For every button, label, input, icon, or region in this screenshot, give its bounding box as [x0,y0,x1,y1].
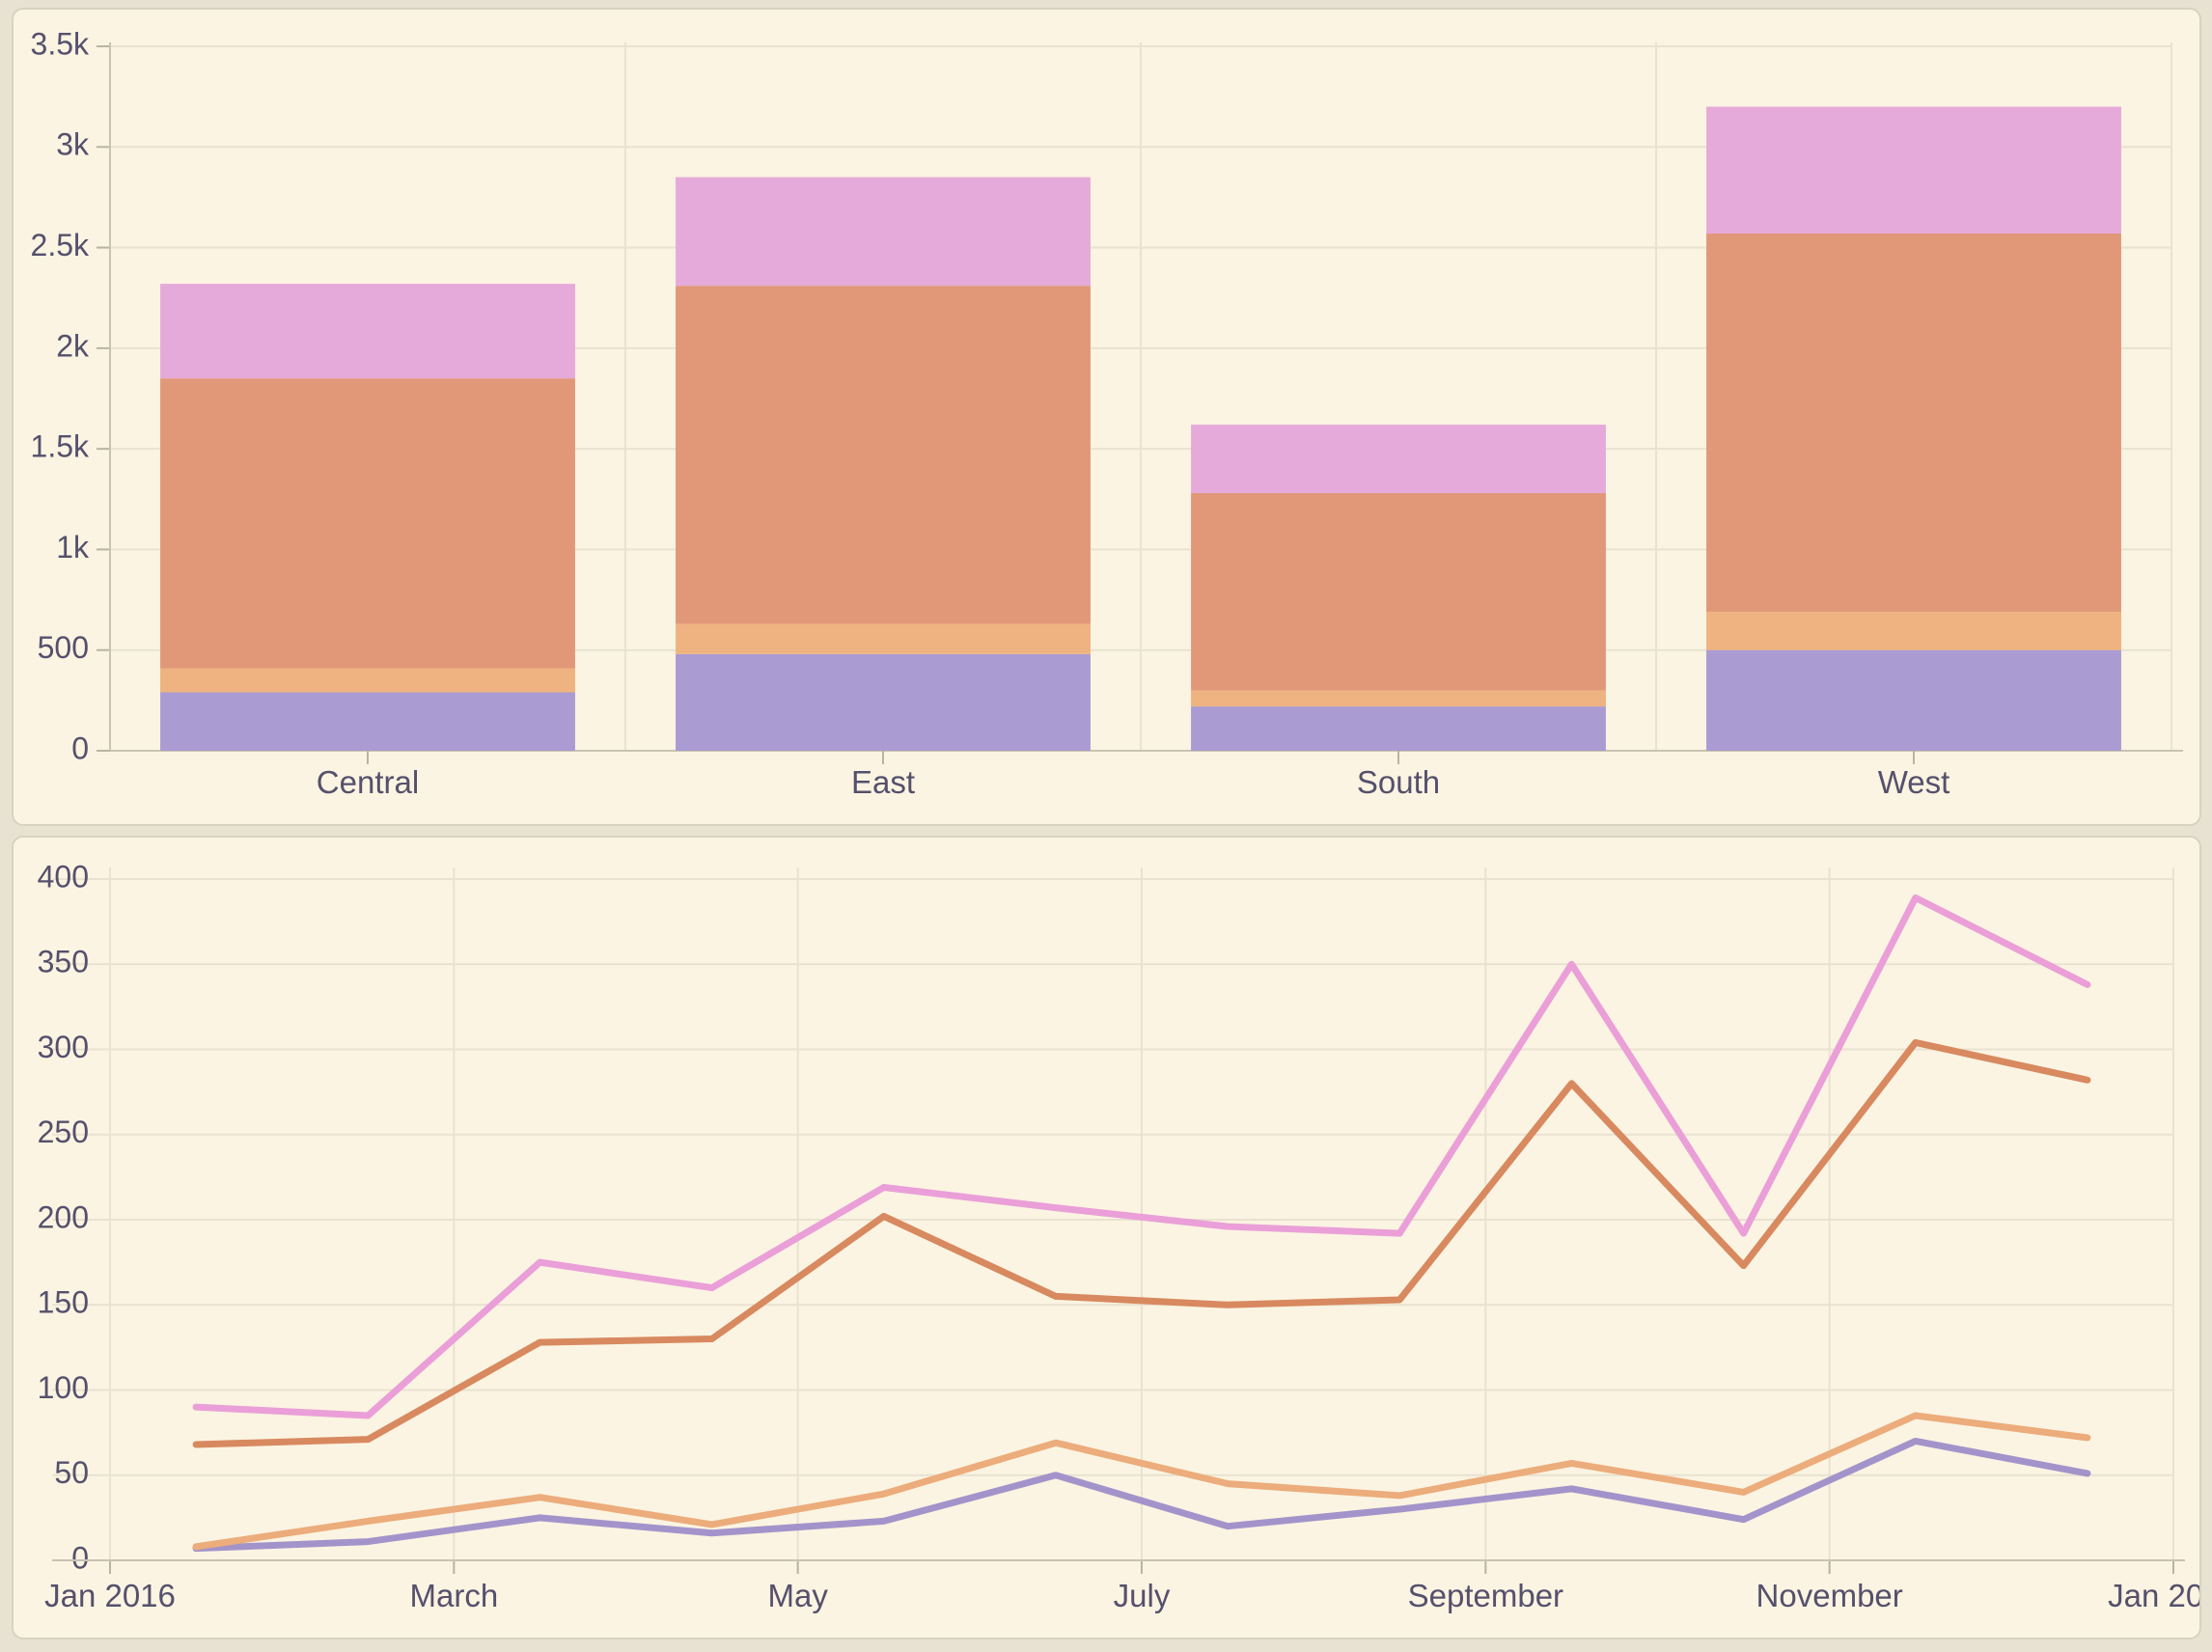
x-axis-tick-label: July [1114,1578,1171,1613]
y-axis-tick-label: 200 [38,1199,89,1234]
bar-segment-purple-south[interactable] [1191,706,1606,751]
x-axis-tick-label: May [767,1578,828,1613]
y-axis-tick-label: 400 [38,859,89,894]
x-axis-tick-label: November [1756,1578,1903,1613]
y-axis-tick-label: 2.5k [31,228,90,262]
bar-segment-tan-east[interactable] [676,624,1091,654]
category-label-south: South [1357,764,1440,800]
x-axis-tick-label: September [1408,1578,1563,1613]
bar-segment-orange-central[interactable] [160,378,575,668]
bar-segment-tan-south[interactable] [1191,690,1606,706]
bar-segment-orange-west[interactable] [1706,234,2121,612]
y-axis-tick-label: 3.5k [31,26,90,61]
y-axis-tick-label: 300 [38,1030,89,1064]
bar-chart-panel: 0 500 1k 1.5k 2k 2.5k 3k 3.5k Central East South We… [12,8,2201,826]
monthly-line-chart: 0 50 100 150 200 250 300 350 400 Jan 2016 March May… [14,838,2199,1638]
bar-segment-orange-east[interactable] [676,286,1091,623]
y-axis-tick-label: 3k [56,127,90,162]
y-axis-tick-label: 50 [54,1455,89,1490]
y-axis-tick-label: 500 [38,630,89,665]
y-axis-tick-label: 1k [56,530,90,564]
category-label-east: East [851,764,915,800]
bar-segment-pink-east[interactable] [676,178,1091,287]
y-axis-tick-label: 250 [38,1115,89,1149]
y-axis-tick-label: 100 [38,1370,89,1405]
y-axis-tick-label: 2k [56,328,90,363]
x-axis-tick-label: Jan 2017 [2108,1578,2199,1613]
bar-segment-orange-south[interactable] [1191,493,1606,690]
category-label-central: Central [317,764,419,800]
bar-segment-purple-west[interactable] [1706,650,2121,751]
y-axis-tick-label: 150 [38,1285,89,1320]
y-axis-tick-label: 1.5k [31,429,90,464]
bar-segment-pink-south[interactable] [1191,425,1606,493]
bar-segment-pink-central[interactable] [160,284,575,378]
x-axis-tick-label: Jan 2016 [44,1578,176,1613]
category-label-west: West [1878,764,1950,800]
bar-segment-purple-east[interactable] [676,654,1091,751]
x-axis-tick-label: March [409,1578,498,1613]
y-axis-tick-label: 350 [38,945,89,979]
y-axis-tick-label: 0 [71,730,89,765]
bar-segment-pink-west[interactable] [1706,107,2121,234]
line-chart-panel: 0 50 100 150 200 250 300 350 400 Jan 2016 March May… [12,836,2201,1639]
y-axis-tick-label: 0 [71,1540,89,1575]
bar-segment-tan-west[interactable] [1706,612,2121,650]
bar-segment-tan-central[interactable] [160,668,575,692]
bar-segment-purple-central[interactable] [160,693,575,751]
stacked-bar-chart: 0 500 1k 1.5k 2k 2.5k 3k 3.5k Central East South We… [14,10,2199,824]
